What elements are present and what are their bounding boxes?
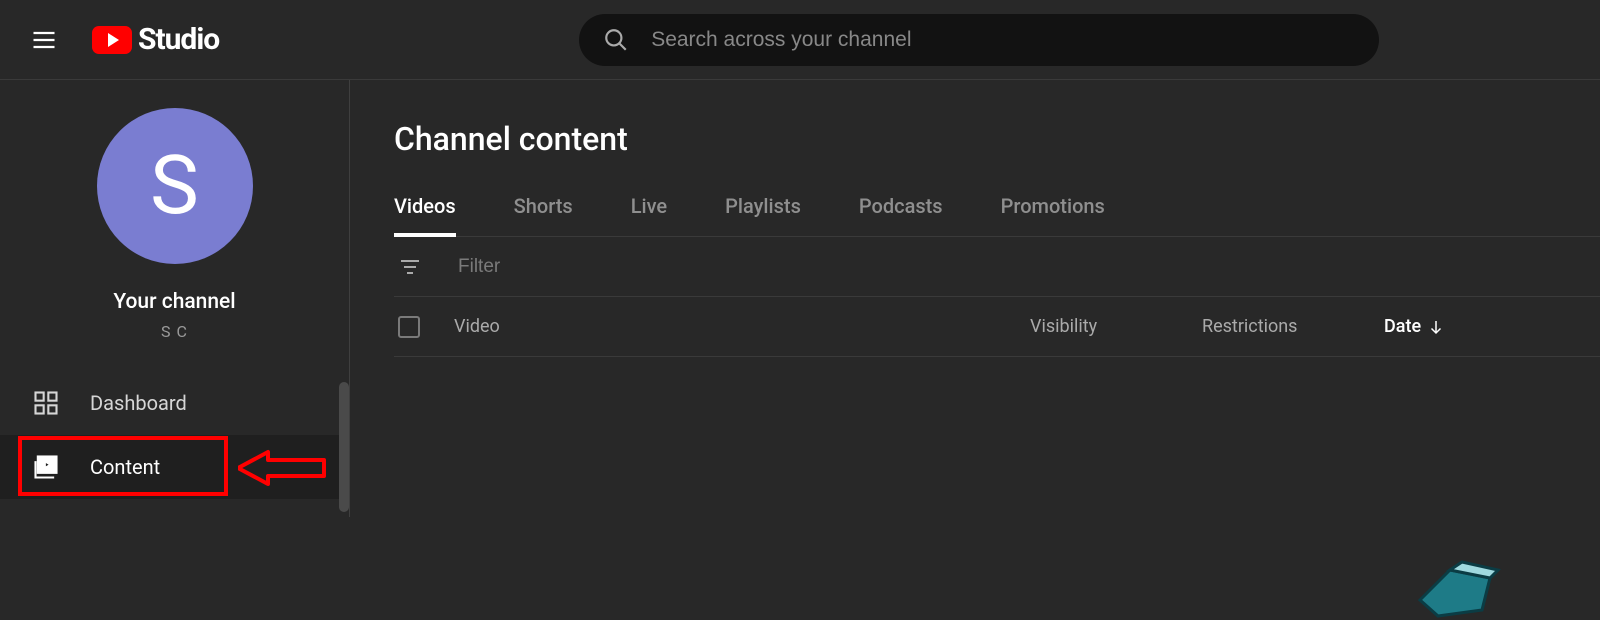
sort-desc-icon xyxy=(1427,318,1445,336)
tab-playlists[interactable]: Playlists xyxy=(725,194,801,236)
sidebar-item-content[interactable]: Content xyxy=(0,435,349,499)
content-tabs: Videos Shorts Live Playlists Podcasts Pr… xyxy=(394,194,1600,237)
dashboard-icon xyxy=(32,389,60,417)
sidebar-item-label: Content xyxy=(90,455,160,479)
tab-promotions[interactable]: Promotions xyxy=(1001,194,1105,236)
filter-input[interactable] xyxy=(458,256,703,278)
main-content: Channel content Videos Shorts Live Playl… xyxy=(350,80,1600,517)
select-all-checkbox[interactable] xyxy=(398,316,420,338)
sidebar-nav: Dashboard Content xyxy=(0,371,349,499)
filter-icon xyxy=(398,255,422,279)
menu-button[interactable] xyxy=(20,16,68,64)
empty-state-illustration xyxy=(1410,560,1510,620)
search-input[interactable] xyxy=(651,28,1355,52)
channel-name: S C xyxy=(161,322,188,341)
column-header-visibility[interactable]: Visibility xyxy=(1030,316,1097,337)
header: Studio xyxy=(0,0,1600,80)
tab-videos[interactable]: Videos xyxy=(394,194,456,236)
avatar: S xyxy=(97,108,253,264)
sidebar-item-label: Dashboard xyxy=(90,391,187,415)
youtube-play-icon xyxy=(92,26,132,54)
channel-profile[interactable]: S Your channel S C xyxy=(0,80,349,341)
column-header-video[interactable]: Video xyxy=(454,316,500,337)
studio-logo-text: Studio xyxy=(138,22,219,57)
column-header-restrictions[interactable]: Restrictions xyxy=(1202,316,1297,337)
tab-live[interactable]: Live xyxy=(631,194,667,236)
hamburger-icon xyxy=(30,26,58,54)
search-icon xyxy=(603,27,629,53)
studio-logo[interactable]: Studio xyxy=(92,22,219,57)
table-header: Video Visibility Restrictions Date xyxy=(394,297,1600,357)
content-icon xyxy=(32,453,60,481)
filter-bar[interactable] xyxy=(394,237,1600,297)
column-header-date-label: Date xyxy=(1384,316,1421,337)
channel-label: Your channel xyxy=(113,290,235,314)
tab-podcasts[interactable]: Podcasts xyxy=(859,194,943,236)
sidebar-item-dashboard[interactable]: Dashboard xyxy=(0,371,349,435)
column-header-date[interactable]: Date xyxy=(1384,316,1445,337)
sidebar: S Your channel S C Dashboard Content xyxy=(0,80,350,517)
page-title: Channel content xyxy=(394,120,1600,158)
search-bar[interactable] xyxy=(579,14,1379,66)
tab-shorts[interactable]: Shorts xyxy=(514,194,573,236)
